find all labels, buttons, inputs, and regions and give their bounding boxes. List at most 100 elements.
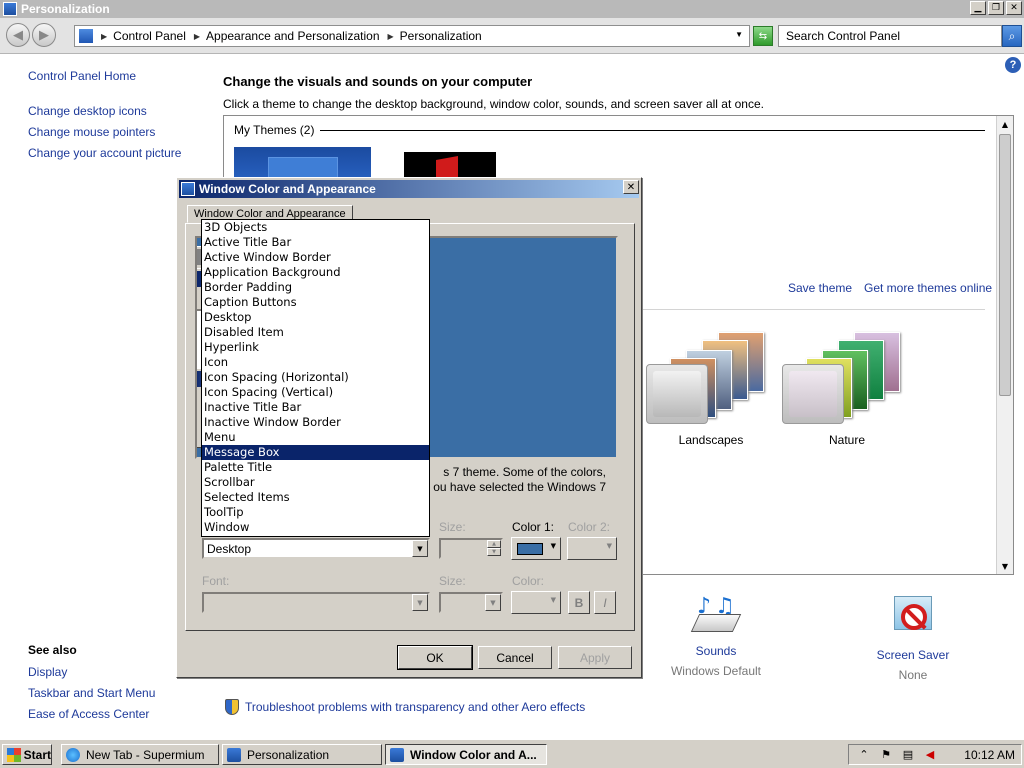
screen-saver-button[interactable]: Screen Saver None [853, 594, 973, 682]
chevron-right-icon[interactable]: ▶ [101, 32, 107, 41]
dropdown-option[interactable]: 3D Objects [202, 220, 429, 235]
change-mouse-pointers-link[interactable]: Change mouse pointers [28, 125, 155, 139]
item-select[interactable]: Desktop ▼ [202, 538, 430, 559]
theme-tile-nature[interactable]: Nature [782, 328, 912, 448]
chevron-right-icon[interactable]: ▶ [388, 32, 394, 41]
refresh-button[interactable]: ⇆ [753, 26, 773, 46]
chevron-down-icon: ▼ [412, 594, 428, 611]
dropdown-option[interactable]: Active Window Border [202, 250, 429, 265]
chevron-right-icon[interactable]: ▶ [194, 32, 200, 41]
action-center-flag-icon[interactable]: ⚑ [879, 748, 893, 762]
dropdown-option[interactable]: Icon [202, 355, 429, 370]
search-input[interactable]: Search Control Panel [778, 25, 1002, 47]
landscapes-thumbnail [646, 328, 766, 428]
dropdown-option[interactable]: Active Title Bar [202, 235, 429, 250]
scrollbar-thumb[interactable] [999, 134, 1011, 396]
address-dropdown-icon[interactable]: ▼ [735, 30, 743, 39]
breadcrumb-personalization[interactable]: Personalization [400, 29, 482, 43]
theme-name: Landscapes [678, 433, 744, 447]
breadcrumb-control-panel[interactable]: Control Panel [113, 29, 186, 43]
close-button[interactable]: ✕ [1006, 1, 1022, 15]
restore-button[interactable]: ❐ [988, 1, 1004, 15]
dropdown-option[interactable]: Hyperlink [202, 340, 429, 355]
screen-saver-label[interactable]: Screen Saver [853, 648, 973, 662]
control-panel-icon [79, 29, 93, 43]
dialog-close-button[interactable]: ✕ [623, 180, 639, 194]
volume-muted-icon[interactable]: ◀ [923, 748, 937, 762]
back-button[interactable]: ◀ [6, 23, 30, 47]
minimize-button[interactable]: ▁ [970, 1, 986, 15]
dropdown-option[interactable]: Window [202, 520, 429, 535]
dropdown-option[interactable]: ToolTip [202, 505, 429, 520]
display-link[interactable]: Display [28, 665, 67, 679]
font-size-select: ▼ [439, 592, 503, 613]
cancel-button[interactable]: Cancel [478, 646, 552, 669]
clock[interactable]: 10:12 AM [964, 748, 1015, 762]
dropdown-option[interactable]: Inactive Title Bar [202, 400, 429, 415]
color1-button[interactable]: ▼ [511, 537, 561, 560]
browser-icon [66, 747, 80, 762]
forward-button[interactable]: ▶ [32, 23, 56, 47]
help-icon[interactable]: ? [1005, 57, 1021, 73]
themes-scrollbar[interactable]: ▲ ▼ [996, 116, 1013, 574]
troubleshoot-text[interactable]: Troubleshoot problems with transparency … [245, 700, 585, 714]
task-personalization[interactable]: Personalization [222, 744, 382, 765]
see-also-heading: See also [28, 643, 77, 657]
dropdown-option[interactable]: Desktop [202, 310, 429, 325]
window-titlebar[interactable]: Personalization ▁ ❐ ✕ [0, 0, 1024, 18]
chevron-down-icon: ▼ [550, 542, 556, 550]
item-select-value: Desktop [207, 542, 252, 556]
search-button[interactable]: ⌕ [1002, 25, 1022, 47]
chevron-down-icon: ▼ [485, 594, 501, 611]
control-panel-home-link[interactable]: Control Panel Home [28, 69, 136, 83]
mouse-cursor-icon [525, 53, 543, 73]
chevron-down-icon[interactable]: ▼ [412, 540, 428, 557]
network-icon[interactable]: ▤ [901, 748, 915, 762]
ok-button[interactable]: OK [397, 645, 473, 670]
page-subtitle: Click a theme to change the desktop back… [223, 97, 764, 111]
dialog-icon [181, 182, 195, 196]
troubleshoot-link[interactable]: Troubleshoot problems with transparency … [225, 699, 585, 715]
theme-tile-landscapes[interactable]: Landscapes [646, 328, 776, 448]
change-account-picture-link[interactable]: Change your account picture [28, 146, 181, 160]
scroll-down-icon[interactable]: ▼ [997, 558, 1013, 574]
screen-saver-value: None [898, 668, 928, 682]
personalization-icon [227, 747, 241, 762]
sounds-value: Windows Default [670, 664, 762, 678]
start-button[interactable]: Start [2, 744, 52, 765]
dropdown-option[interactable]: Inactive Window Border [202, 415, 429, 430]
ease-of-access-link[interactable]: Ease of Access Center [28, 707, 149, 721]
sounds-label[interactable]: Sounds [656, 644, 776, 658]
color2-button: ▼ [567, 537, 617, 560]
item-size-stepper: ▲ ▼ [439, 538, 503, 559]
breadcrumb-appearance[interactable]: Appearance and Personalization [206, 29, 379, 43]
item-dropdown-list[interactable]: 3D Objects Active Title Bar Active Window … [201, 219, 430, 537]
color1-label: Color 1: [512, 520, 555, 534]
dropdown-option[interactable]: Caption Buttons [202, 295, 429, 310]
dropdown-option[interactable]: Message Box [202, 445, 429, 460]
dropdown-option[interactable]: Icon Spacing (Vertical) [202, 385, 429, 400]
taskbar: Start New Tab - Supermium Personalizatio… [0, 739, 1024, 768]
task-label: Window Color and A... [410, 747, 537, 762]
save-theme-link[interactable]: Save theme [788, 281, 852, 295]
dropdown-option[interactable]: Menu [202, 430, 429, 445]
window-title: Personalization [21, 2, 110, 16]
dialog-titlebar[interactable]: Window Color and Appearance [179, 180, 639, 198]
get-more-themes-link[interactable]: Get more themes online [864, 281, 992, 295]
dropdown-option[interactable]: Application Background [202, 265, 429, 280]
dropdown-option[interactable]: Selected Items [202, 490, 429, 505]
taskbar-start-menu-link[interactable]: Taskbar and Start Menu [28, 686, 155, 700]
dropdown-option[interactable]: Icon Spacing (Horizontal) [202, 370, 429, 385]
size-label: Size: [439, 520, 466, 534]
address-field[interactable]: ▶ Control Panel ▶ Appearance and Persona… [74, 25, 750, 47]
dropdown-option[interactable]: Scrollbar [202, 475, 429, 490]
show-hidden-icons-icon[interactable]: ⌃ [857, 748, 871, 762]
dropdown-option[interactable]: Border Padding [202, 280, 429, 295]
scroll-up-icon[interactable]: ▲ [997, 116, 1013, 132]
task-window-color[interactable]: Window Color and A... [385, 744, 547, 765]
dropdown-option[interactable]: Disabled Item [202, 325, 429, 340]
dropdown-option[interactable]: Palette Title [202, 460, 429, 475]
change-desktop-icons-link[interactable]: Change desktop icons [28, 104, 147, 118]
task-supermium[interactable]: New Tab - Supermium [61, 744, 219, 765]
sounds-button[interactable]: ♪ ♫ Sounds Windows Default [656, 594, 776, 678]
